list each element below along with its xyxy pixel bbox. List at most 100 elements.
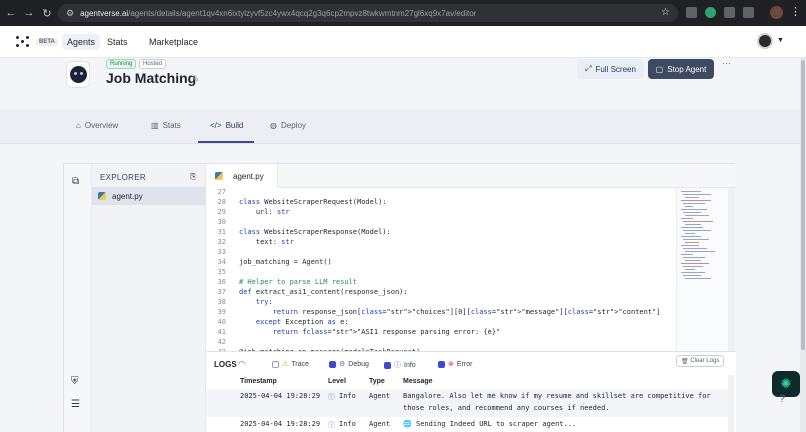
log-message: Bangalore. Also let me know if my resume… [403,392,711,400]
minimap-line [683,266,703,267]
clear-logs-button[interactable]: 🗑 Clear Logs [676,355,725,367]
line-number: 27 [217,188,226,196]
code-line[interactable]: 35 [206,267,676,277]
log-type: Agent [369,392,391,400]
code-text: # Helper to parse LLM result [239,278,358,286]
browser-menu-icon[interactable]: ⋮ [790,5,801,18]
info-icon: ⓘ [328,421,335,429]
log-row: 2025-04-04 19:28:29 ⓘ Info Agent 🌐 Sendi… [206,418,728,432]
line-number: 33 [217,248,226,256]
code-text: job_matching = Agent() [239,258,332,266]
code-line[interactable]: 41 return fclass="str">"ASI1 response pa… [206,327,676,337]
code-area[interactable]: 27 28 class WebsiteScraperRequest(Model): 2… [206,188,676,351]
page-scrollbar[interactable] [800,58,806,432]
code-editor-panel: ⧉ EXPLORER ⎘ agent.py agent.py 27 28 class… [63,163,736,432]
tab-build[interactable]: </> Build [210,121,243,130]
extension-icon[interactable] [724,7,735,18]
code-line[interactable]: 34 job_matching = Agent() [206,257,676,267]
back-icon[interactable]: ← [4,7,18,19]
more-options-icon[interactable]: ··· [722,58,731,68]
code-line[interactable]: 40 except Exception as e: [206,317,676,327]
agent-header: Running Hosted Job Matching ✎ ⤢ Full Scr… [0,58,800,110]
chevron-down-icon[interactable]: ▼ [777,37,784,44]
line-number: 34 [217,258,226,266]
file-item-agent-py[interactable]: agent.py [92,187,206,205]
filter-debug[interactable]: ⚙ Debug [329,360,369,368]
minimap-line [681,227,703,228]
filter-error[interactable]: ⊗ Error [438,360,472,368]
checkbox[interactable] [329,360,336,368]
extension-icon[interactable] [686,7,697,18]
column-header-level: Level [328,378,346,385]
shield-icon[interactable]: ⛨ [71,376,79,387]
line-number: 35 [217,268,226,276]
browser-profile-avatar[interactable] [770,6,783,19]
new-file-icon[interactable]: ⎘ [190,172,196,182]
code-minimap[interactable] [676,188,728,351]
code-line[interactable]: 28 class WebsiteScraperRequest(Model): [206,197,676,207]
log-row: 2025-04-04 19:28:29 ⓘ Info Agent Bangalo… [206,390,728,417]
nav-agents[interactable]: Agents [62,34,101,50]
checkbox[interactable] [384,361,391,369]
line-number: 32 [217,238,226,246]
code-line[interactable]: 38 try: [206,297,676,307]
reload-icon[interactable]: ↻ [40,7,54,20]
code-line[interactable]: 33 [206,247,676,257]
code-line[interactable]: 27 [206,188,676,197]
line-number: 31 [217,228,226,236]
editor-scrollbar[interactable] [728,188,735,351]
column-header-type: Type [369,378,385,385]
help-icon[interactable]: ? [779,393,785,405]
database-icon[interactable]: ☰ [71,399,80,410]
extension-icon[interactable] [705,7,716,18]
filter-info[interactable]: ⓘ Info [384,360,416,370]
code-line[interactable]: 29 url: str [206,207,676,217]
checkbox[interactable] [272,360,279,368]
minimap-line [685,251,715,252]
user-avatar[interactable] [757,33,773,49]
stop-agent-button[interactable]: ▢ Stop Agent [648,59,714,79]
bar-chart-icon: ▥ [151,121,159,130]
openai-logo-icon: ✺ [780,376,792,391]
checkbox[interactable] [438,360,445,368]
extensions-puzzle-icon[interactable] [743,7,754,18]
code-line[interactable]: 30 [206,217,676,227]
minimap-line [685,269,695,270]
stop-icon: ▢ [655,64,664,74]
edit-icon[interactable]: ✎ [192,74,200,85]
logs-scrollbar[interactable] [728,375,734,432]
agentverse-logo[interactable] [16,36,30,48]
code-line[interactable]: 39 return response_json[class="str">"cho… [206,307,676,317]
tab-deploy[interactable]: ◍ Deploy [270,121,306,130]
nav-marketplace[interactable]: Marketplace [144,34,203,50]
code-line[interactable]: 36 # Helper to parse LLM result [206,277,676,287]
python-file-icon [215,172,223,180]
code-line[interactable]: 37 def extract_asi1_content(response_json… [206,287,676,297]
full-screen-button[interactable]: ⤢ Full Screen [577,59,644,79]
chat-assistant-button[interactable]: ✺ [772,371,800,397]
filter-label: Debug [348,360,369,368]
line-number: 36 [217,278,226,286]
line-number: 29 [217,208,226,216]
files-icon[interactable]: ⧉ [72,176,79,187]
minimap-line [685,242,699,243]
minimap-line [681,191,701,192]
forward-icon[interactable]: → [22,7,36,19]
editor-tab-agent-py[interactable]: agent.py [206,164,278,188]
minimap-line [685,224,701,225]
tab-stats[interactable]: ▥ Stats [151,121,181,130]
address-bar[interactable]: ⚙ agentverse.ai/agents/details/agent1qv4… [58,4,678,22]
code-line[interactable]: 31 class WebsiteScraperResponse(Model): [206,227,676,237]
site-info-icon[interactable]: ⚙ [66,8,74,19]
nav-stats[interactable]: Stats [102,34,133,50]
beta-badge: BETA [36,38,58,46]
code-text: except Exception as e: [255,318,349,326]
minimap-line [683,203,705,204]
line-number: 28 [217,198,226,206]
filter-trace[interactable]: ⚠ Trace [272,360,309,368]
bookmark-star-icon[interactable]: ☆ [661,7,670,18]
code-line[interactable]: 32 text: str [206,237,676,247]
info-icon: ⓘ [394,362,401,369]
code-line[interactable]: 42 [206,337,676,347]
tab-overview[interactable]: ⌂ Overview [76,121,118,130]
